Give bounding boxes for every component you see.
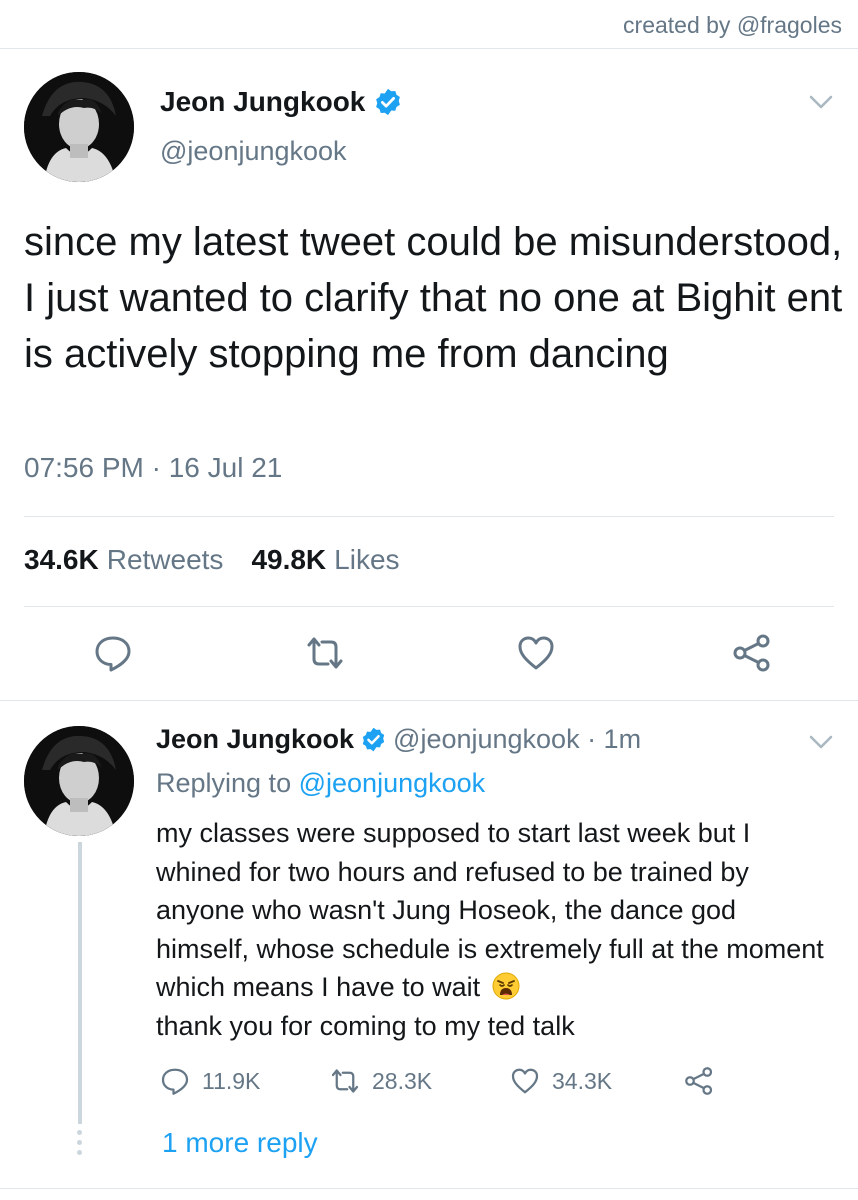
reply-icon: [161, 1068, 189, 1095]
retweets-stat[interactable]: 34.6K Retweets: [24, 544, 223, 576]
chevron-down-icon[interactable]: [808, 94, 834, 110]
like-icon: [511, 1068, 539, 1094]
retweets-label: Retweets: [106, 544, 224, 575]
chevron-down-icon[interactable]: [808, 734, 834, 750]
retweet-icon[interactable]: [305, 633, 345, 673]
likes-label: Likes: [334, 544, 400, 575]
retweets-count: 34.6K: [24, 544, 99, 575]
share-icon[interactable]: [732, 633, 772, 673]
likes-count: 49.8K: [251, 544, 327, 575]
like-icon[interactable]: [516, 633, 556, 673]
retweet-icon: [331, 1069, 359, 1093]
reply-text-body: my classes were supposed to start last w…: [156, 818, 824, 1002]
like-count: 34.3K: [552, 1067, 613, 1094]
divider: [24, 516, 834, 517]
main-author[interactable]: Jeon Jungkook: [160, 86, 403, 118]
more-replies-link[interactable]: 1 more reply: [162, 1127, 318, 1159]
likes-stat[interactable]: 49.8K Likes: [251, 544, 399, 576]
replying-to-link[interactable]: @jeonjungkook: [299, 768, 486, 798]
reply-retweet-action[interactable]: 28.3K: [330, 1066, 432, 1096]
avatar-photo: [24, 726, 134, 836]
reply-avatar[interactable]: [24, 726, 134, 836]
reply-text-closing: thank you for coming to my ted talk: [156, 1010, 575, 1041]
reply-like-action[interactable]: 34.3K: [510, 1066, 612, 1096]
thread-dots: [77, 1130, 83, 1160]
tweet-text: since my latest tweet could be misunders…: [24, 220, 843, 376]
divider: [0, 700, 858, 701]
author-handle-time[interactable]: @jeonjungkook · 1m: [393, 724, 641, 755]
reply-text: my classes were supposed to start last w…: [156, 814, 836, 1045]
share-icon: [685, 1067, 713, 1095]
main-avatar[interactable]: [24, 72, 134, 182]
divider: [0, 1188, 858, 1189]
verified-badge-icon: [376, 88, 401, 116]
replying-to: Replying to @jeonjungkook: [156, 768, 485, 799]
reply-share-action[interactable]: [684, 1066, 726, 1096]
thread-line: [78, 842, 82, 1124]
reply-icon[interactable]: [93, 633, 133, 673]
avatar-photo: [24, 72, 134, 182]
tweet-stats: 34.6K Retweets 49.8K Likes: [24, 544, 400, 576]
retweet-count: 28.3K: [372, 1067, 433, 1094]
verified-badge-icon: [362, 727, 385, 752]
top-divider: [0, 48, 858, 49]
author-handle[interactable]: @jeonjungkook: [160, 136, 347, 167]
reply-count: 11.9K: [202, 1067, 261, 1094]
author-name[interactable]: Jeon Jungkook: [156, 724, 354, 755]
replying-prefix: Replying to: [156, 768, 292, 798]
credit-text: created by @fragoles: [623, 12, 842, 38]
author-name[interactable]: Jeon Jungkook: [160, 86, 365, 118]
weary-face-emoji-icon: [492, 972, 520, 1000]
tweet-timestamp[interactable]: 07:56 PM · 16 Jul 21: [24, 452, 282, 484]
reply-author[interactable]: Jeon Jungkook @jeonjungkook · 1m: [156, 724, 641, 755]
reply-reply-action[interactable]: 11.9K: [160, 1066, 260, 1096]
divider: [24, 606, 834, 607]
